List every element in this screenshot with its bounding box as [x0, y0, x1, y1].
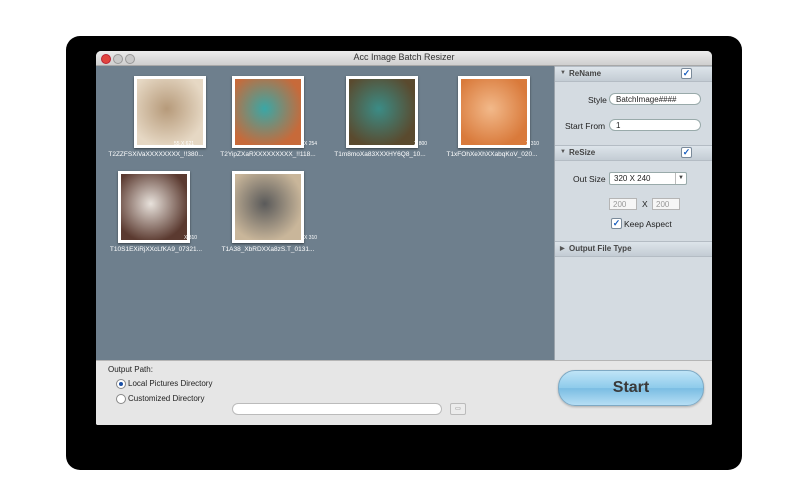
thumbnail-filename: T2ZZFSXiVaXXXXXXXX_!!380...	[108, 151, 204, 158]
keep-aspect-checkbox[interactable]: ✓	[611, 218, 622, 229]
disclosure-closed-icon: ▶	[560, 246, 565, 252]
thumbnail-image	[232, 171, 304, 243]
dimension-x-label: X	[642, 199, 648, 209]
title-bar: Acc Image Batch Resizer	[96, 51, 712, 66]
local-directory-radio[interactable]	[116, 379, 126, 389]
settings-panel: ▼ ReName ✓ Style BatchImage#### Start Fr…	[554, 66, 712, 360]
thumbnail-image	[134, 76, 206, 148]
app-window: Acc Image Batch Resizer 55 X 621 T2ZZFSX…	[96, 51, 712, 425]
output-file-type-section-header[interactable]: ▶ Output File Type	[555, 241, 712, 257]
height-input[interactable]: 200	[652, 198, 680, 210]
resize-header-label: ReSize	[569, 148, 596, 157]
custom-directory-label[interactable]: Customized Directory	[128, 394, 204, 403]
disclosure-open-icon: ▼	[560, 149, 566, 155]
thumbnail-image	[458, 76, 530, 148]
resize-section-header[interactable]: ▼ ReSize ✓	[555, 145, 712, 161]
thumbnail-filename: T1A38_XbRDXXa8zS.T_0131...	[221, 246, 315, 253]
start-from-input[interactable]: 1	[609, 119, 701, 131]
thumbnail-image	[232, 76, 304, 148]
output-file-type-label: Output File Type	[569, 244, 632, 253]
thumbnail-dimensions: X 310	[184, 235, 198, 241]
start-button[interactable]: Start	[558, 370, 704, 406]
custom-path-input[interactable]	[232, 403, 442, 415]
disclosure-open-icon: ▼	[560, 70, 566, 76]
thumbnail-item[interactable]: X 310 T10S1EXiRjXXcLfKA9_07321...	[96, 171, 216, 261]
thumbnail-dimensions: X 310	[526, 141, 540, 147]
custom-directory-radio[interactable]	[116, 394, 126, 404]
thumbnail-filename: T2YipZXaRXXXXXXXXX_!!118...	[220, 151, 316, 158]
style-input[interactable]: BatchImage####	[609, 93, 701, 105]
thumbnail-filename: T10S1EXiRjXXcLfKA9_07321...	[109, 246, 203, 253]
thumbnail-item[interactable]: X 800 T1m8moXa83XXXHY6Q8_10...	[320, 76, 440, 166]
out-size-label: Out Size	[573, 174, 606, 184]
out-size-value: 320 X 240	[614, 174, 651, 183]
resize-enable-checkbox[interactable]: ✓	[681, 147, 692, 158]
thumbnail-image	[118, 171, 190, 243]
thumbnail-dimensions: X 800	[414, 141, 428, 147]
out-size-select[interactable]: 320 X 240 ▼	[609, 172, 687, 185]
local-directory-label[interactable]: Local Pictures Directory	[128, 379, 212, 388]
thumbnail-dimensions: 55 X 621	[174, 141, 195, 147]
thumbnail-item[interactable]: X 310 T1xFOhXeXhXXabqKoV_020...	[432, 76, 552, 166]
thumbnail-item[interactable]: X 310 T1A38_XbRDXXa8zS.T_0131...	[208, 171, 328, 261]
thumbnail-item[interactable]: X 254 T2YipZXaRXXXXXXXXX_!!118...	[208, 76, 328, 166]
browse-folder-icon[interactable]: ▭	[450, 403, 466, 415]
dropdown-arrow-icon: ▼	[675, 173, 686, 184]
window-title: Acc Image Batch Resizer	[353, 52, 455, 62]
start-from-label: Start From	[565, 121, 606, 131]
output-path-label: Output Path:	[108, 365, 153, 374]
thumbnail-image	[346, 76, 418, 148]
style-label: Style	[588, 95, 607, 105]
thumbnail-dimensions: X 254	[304, 141, 318, 147]
image-gallery[interactable]: 55 X 621 T2ZZFSXiVaXXXXXXXX_!!380... X 2…	[96, 66, 554, 360]
thumbnail-filename: T1m8moXa83XXXHY6Q8_10...	[334, 151, 426, 158]
rename-enable-checkbox[interactable]: ✓	[681, 68, 692, 79]
width-input[interactable]: 200	[609, 198, 637, 210]
keep-aspect-label: Keep Aspect	[624, 219, 672, 229]
thumbnail-filename: T1xFOhXeXhXXabqKoV_020...	[446, 151, 538, 158]
thumbnail-item[interactable]: 55 X 621 T2ZZFSXiVaXXXXXXXX_!!380...	[96, 76, 216, 166]
rename-header-label: ReName	[569, 69, 602, 78]
rename-section-header[interactable]: ▼ ReName ✓	[555, 66, 712, 82]
output-bar: Output Path: Local Pictures Directory Cu…	[96, 360, 712, 425]
thumbnail-dimensions: X 310	[304, 235, 318, 241]
